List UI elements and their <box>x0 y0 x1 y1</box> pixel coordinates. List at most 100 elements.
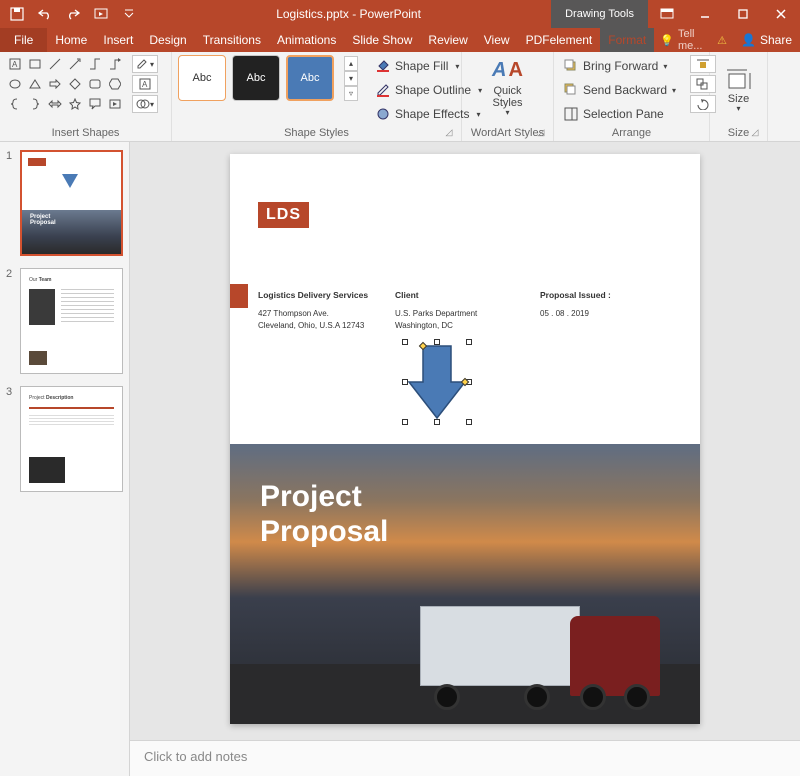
group-insert-shapes: A ▾ A ▾ <box>0 52 172 141</box>
shape-callout[interactable] <box>86 95 104 113</box>
ribbon-display-button[interactable] <box>648 0 686 28</box>
notes-pane[interactable]: Click to add notes <box>130 740 800 776</box>
size-launcher[interactable]: ◿ <box>749 127 761 139</box>
shape-rect[interactable] <box>26 55 44 73</box>
maximize-button[interactable] <box>724 0 762 28</box>
gallery-up-button[interactable]: ▴ <box>344 56 358 71</box>
slide-logo[interactable]: LDS <box>258 202 309 228</box>
shape-fill-label: Shape Fill <box>395 59 448 73</box>
selection-pane-label: Selection Pane <box>583 107 664 121</box>
tab-file[interactable]: File <box>0 28 47 52</box>
gallery-down-button[interactable]: ▾ <box>344 71 358 86</box>
wordart-a-icon: A <box>492 59 506 81</box>
shape-textbox[interactable]: A <box>6 55 24 73</box>
warning-icon: ⚠ <box>717 34 727 47</box>
shape-star[interactable] <box>66 95 84 113</box>
client-heading: Client <box>395 289 477 302</box>
tell-me-search[interactable]: 💡 Tell me... ⚠ <box>654 28 733 52</box>
bring-forward-button[interactable]: Bring Forward▾ <box>560 55 680 77</box>
shape-rounded-rect[interactable] <box>86 75 104 93</box>
quick-styles-label: Quick Styles <box>483 85 533 109</box>
shape-styles-launcher[interactable]: ◿ <box>443 127 455 139</box>
undo-button[interactable] <box>32 2 58 26</box>
qat-customize-button[interactable] <box>116 2 142 26</box>
tab-review[interactable]: Review <box>420 28 475 52</box>
info-column-client[interactable]: Client U.S. Parks Department Washington,… <box>395 289 477 332</box>
redo-button[interactable] <box>60 2 86 26</box>
tab-animations[interactable]: Animations <box>269 28 344 52</box>
size-label: Size <box>728 93 749 105</box>
resize-handle-sw[interactable] <box>402 419 408 425</box>
tab-insert[interactable]: Insert <box>95 28 141 52</box>
send-backward-button[interactable]: Send Backward▾ <box>560 79 680 101</box>
resize-handle-n[interactable] <box>434 339 440 345</box>
shape-left-brace[interactable] <box>6 95 24 113</box>
share-label: Share <box>760 33 792 47</box>
save-button[interactable] <box>4 2 30 26</box>
group-icon <box>696 78 710 90</box>
info-column-company[interactable]: Logistics Delivery Services 427 Thompson… <box>258 289 368 332</box>
shape-line[interactable] <box>46 55 64 73</box>
info-column-date[interactable]: Proposal Issued : 05 . 08 . 2019 <box>540 289 611 320</box>
shape-right-arrow[interactable] <box>46 75 64 93</box>
wordart-a2-icon: A <box>509 59 523 81</box>
thumbnail-1[interactable]: ProjectProposal <box>20 150 123 256</box>
start-from-beginning-button[interactable] <box>88 2 114 26</box>
resize-handle-ne[interactable] <box>466 339 472 345</box>
window-title: Logistics.pptx - PowerPoint <box>146 7 551 21</box>
edit-shape-button[interactable]: ▾ <box>132 55 158 73</box>
resize-handle-s[interactable] <box>434 419 440 425</box>
tab-format[interactable]: Format <box>600 28 654 52</box>
style-swatch-3[interactable]: Abc <box>286 55 334 101</box>
resize-handle-se[interactable] <box>466 419 472 425</box>
shape-left-right-arrow[interactable] <box>46 95 64 113</box>
hero-title[interactable]: Project Proposal <box>260 480 388 549</box>
company-heading: Logistics Delivery Services <box>258 289 368 302</box>
resize-handle-w[interactable] <box>402 379 408 385</box>
shape-action[interactable] <box>106 95 124 113</box>
thumbnail-number: 3 <box>6 386 16 492</box>
size-button[interactable]: Size▾ <box>716 57 761 123</box>
share-button[interactable]: 👤 Share <box>733 28 800 52</box>
tab-home[interactable]: Home <box>47 28 95 52</box>
close-button[interactable] <box>762 0 800 28</box>
slide-1[interactable]: LDS Logistics Delivery Services 427 Thom… <box>230 154 700 724</box>
thumbnail-1-wrap: 1 ProjectProposal <box>6 150 123 256</box>
resize-handle-nw[interactable] <box>402 339 408 345</box>
shape-style-gallery[interactable]: Abc Abc Abc ▴ ▾ ▿ <box>178 55 358 101</box>
shape-connector-arrow[interactable] <box>106 55 124 73</box>
shape-line-arrow[interactable] <box>66 55 84 73</box>
hero-image[interactable]: Project Proposal <box>230 444 700 724</box>
shape-connector[interactable] <box>86 55 104 73</box>
shape-triangle[interactable] <box>26 75 44 93</box>
shape-diamond[interactable] <box>66 75 84 93</box>
tab-view[interactable]: View <box>476 28 518 52</box>
tab-slide-show[interactable]: Slide Show <box>344 28 420 52</box>
selection-pane-button[interactable]: Selection Pane <box>560 103 680 125</box>
text-box-button[interactable]: A <box>132 75 158 93</box>
bring-forward-icon <box>564 59 578 73</box>
tab-transitions[interactable]: Transitions <box>195 28 269 52</box>
gallery-more-button[interactable]: ▿ <box>344 86 358 101</box>
wordart-launcher[interactable]: ◿ <box>535 127 547 139</box>
ribbon: A ▾ A ▾ <box>0 52 800 142</box>
quick-styles-button[interactable]: A A Quick Styles▾ <box>483 55 533 121</box>
share-icon: 👤 <box>741 33 756 47</box>
down-arrow-shape[interactable] <box>405 342 469 422</box>
effects-icon <box>376 107 390 121</box>
style-swatch-2[interactable]: Abc <box>232 55 280 101</box>
style-swatch-1[interactable]: Abc <box>178 55 226 101</box>
tab-pdfelement[interactable]: PDFelement <box>518 28 601 52</box>
merge-shapes-button[interactable]: ▾ <box>132 95 158 113</box>
slide-thumbnail-panel[interactable]: 1 ProjectProposal 2 Our Team 3 Project D… <box>0 142 130 776</box>
thumbnail-3[interactable]: Project Description <box>20 386 123 492</box>
shape-hexagon[interactable] <box>106 75 124 93</box>
slide-canvas[interactable]: LDS Logistics Delivery Services 427 Thom… <box>130 142 800 740</box>
group-shape-styles: Abc Abc Abc ▴ ▾ ▿ Shape Fill▾ Shape Outl… <box>172 52 462 141</box>
shape-right-brace[interactable] <box>26 95 44 113</box>
minimize-button[interactable] <box>686 0 724 28</box>
thumbnail-2[interactable]: Our Team <box>20 268 123 374</box>
shapes-gallery[interactable]: A <box>6 55 124 113</box>
shape-oval[interactable] <box>6 75 24 93</box>
tab-design[interactable]: Design <box>141 28 194 52</box>
